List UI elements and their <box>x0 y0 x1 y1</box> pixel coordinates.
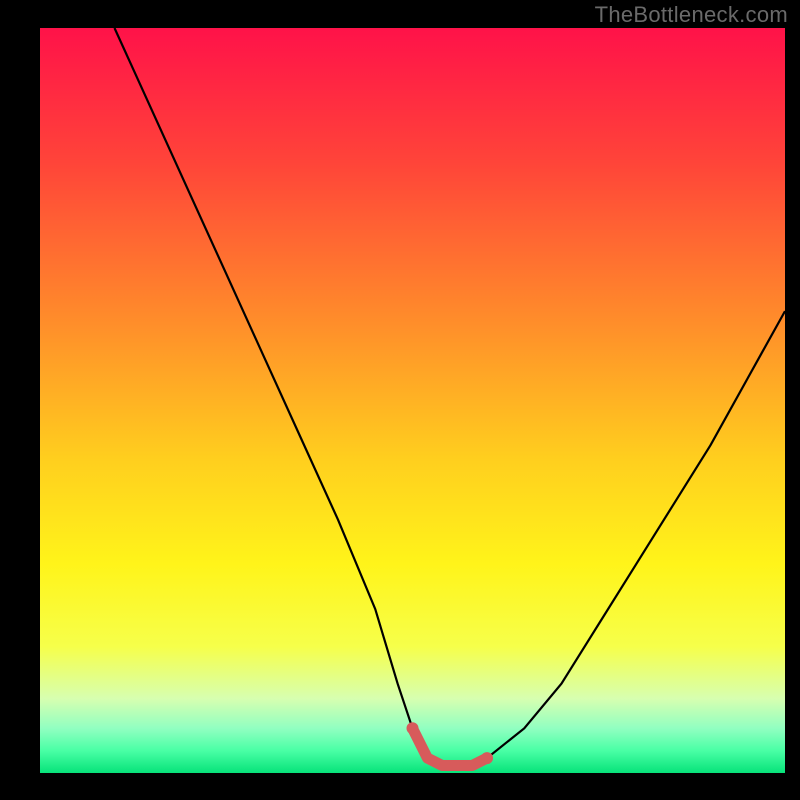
chart-svg <box>40 28 785 773</box>
highlight-endpoint-right <box>481 752 493 764</box>
gradient-background <box>40 28 785 773</box>
bottleneck-chart <box>40 28 785 773</box>
highlight-endpoint-left <box>407 722 419 734</box>
watermark-text: TheBottleneck.com <box>595 2 788 28</box>
chart-frame: TheBottleneck.com <box>0 0 800 800</box>
